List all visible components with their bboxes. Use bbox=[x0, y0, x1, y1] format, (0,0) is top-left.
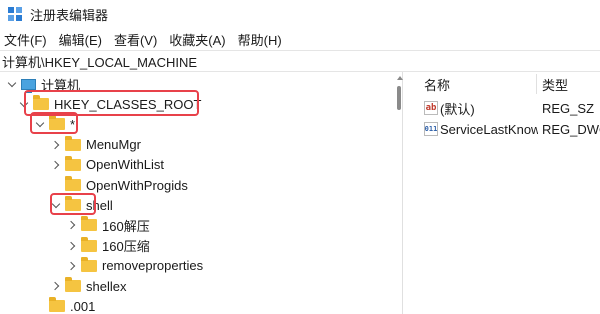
folder-icon bbox=[65, 277, 81, 292]
expand-chevron-icon[interactable] bbox=[50, 280, 62, 292]
value-type: REG_SZ bbox=[542, 100, 595, 116]
folder-icon bbox=[81, 256, 97, 272]
folder-icon bbox=[65, 155, 81, 171]
list-header: 名称 类型 bbox=[416, 72, 600, 96]
address-path[interactable]: 计算机\HKEY_LOCAL_MACHINE bbox=[2, 52, 197, 71]
menu-bar: 文件(F) 编辑(E) 查看(V) 收藏夹(A) 帮助(H) bbox=[0, 28, 600, 50]
folder-icon bbox=[81, 216, 97, 232]
menu-help[interactable]: 帮助(H) bbox=[233, 30, 289, 49]
expand-chevron-icon[interactable] bbox=[66, 240, 78, 252]
collapse-chevron-icon[interactable] bbox=[6, 78, 18, 90]
regedit-app-icon bbox=[8, 7, 22, 21]
column-divider[interactable] bbox=[536, 74, 537, 94]
tree-node-label: OpenWithList bbox=[86, 157, 165, 173]
value-name: ServiceLastKnownStatus bbox=[440, 121, 538, 137]
computer-icon bbox=[21, 78, 36, 93]
address-bar[interactable]: 计算机\HKEY_LOCAL_MACHINE bbox=[0, 50, 600, 72]
tree-node-label: removeproperties bbox=[102, 258, 204, 274]
folder-icon bbox=[49, 297, 65, 313]
title-bar: 注册表编辑器 bbox=[0, 0, 600, 28]
folder-icon bbox=[65, 176, 81, 191]
string-value-icon: ab bbox=[424, 101, 438, 115]
folder-icon bbox=[81, 236, 97, 252]
scroll-up-arrow-icon[interactable] bbox=[397, 76, 403, 80]
menu-file[interactable]: 文件(F) bbox=[0, 30, 54, 49]
tree-node-label: 160解压 bbox=[102, 218, 150, 234]
menu-favorites[interactable]: 收藏夹(A) bbox=[164, 30, 232, 49]
tree-node-label: OpenWithProgids bbox=[86, 177, 188, 193]
folder-icon bbox=[65, 135, 81, 151]
tree-node[interactable]: removeproperties bbox=[66, 256, 203, 276]
expand-chevron-icon[interactable] bbox=[50, 139, 62, 151]
tree-node[interactable]: 160解压 bbox=[66, 215, 150, 235]
tree-node[interactable]: .001 bbox=[34, 296, 95, 314]
tree-node[interactable]: 160压缩 bbox=[66, 236, 150, 256]
tree-node-label: .001 bbox=[70, 298, 96, 314]
column-header-type[interactable]: 类型 bbox=[542, 75, 568, 94]
highlight-box bbox=[50, 193, 96, 215]
tree-node[interactable]: OpenWithList bbox=[50, 155, 164, 175]
value-type: REG_DWORD bbox=[542, 121, 600, 137]
menu-edit[interactable]: 编辑(E) bbox=[54, 30, 109, 49]
tree-node-label: 160压缩 bbox=[102, 239, 150, 255]
highlight-box bbox=[30, 112, 78, 134]
tree-scrollbar[interactable] bbox=[396, 72, 403, 314]
tree-node[interactable]: OpenWithProgids bbox=[50, 175, 188, 195]
value-name: (默认) bbox=[440, 101, 475, 117]
scroll-thumb[interactable] bbox=[397, 86, 401, 110]
expand-chevron-icon[interactable] bbox=[66, 219, 78, 231]
tree-node-label: shellex bbox=[86, 278, 127, 294]
tree-node[interactable]: MenuMgr bbox=[50, 135, 141, 155]
menu-view[interactable]: 查看(V) bbox=[109, 30, 164, 49]
tree-node-label: MenuMgr bbox=[86, 137, 141, 153]
window-title: 注册表编辑器 bbox=[30, 7, 109, 23]
expand-chevron-icon[interactable] bbox=[66, 260, 78, 272]
column-header-name[interactable]: 名称 bbox=[424, 75, 450, 94]
value-list: 名称 类型 ab (默认) REG_SZ 011 ServiceLastKnow… bbox=[416, 72, 600, 314]
value-row[interactable]: 011 ServiceLastKnownStatus REG_DWORD bbox=[416, 119, 600, 139]
tree-node[interactable]: shellex bbox=[50, 276, 126, 296]
binary-value-icon: 011 bbox=[424, 122, 438, 136]
value-row[interactable]: ab (默认) REG_SZ bbox=[416, 98, 600, 118]
registry-tree: 计算机 HKEY_CLASSES_ROOT * MenuMgr OpenWithList… bbox=[0, 72, 403, 314]
expand-chevron-icon[interactable] bbox=[50, 159, 62, 171]
